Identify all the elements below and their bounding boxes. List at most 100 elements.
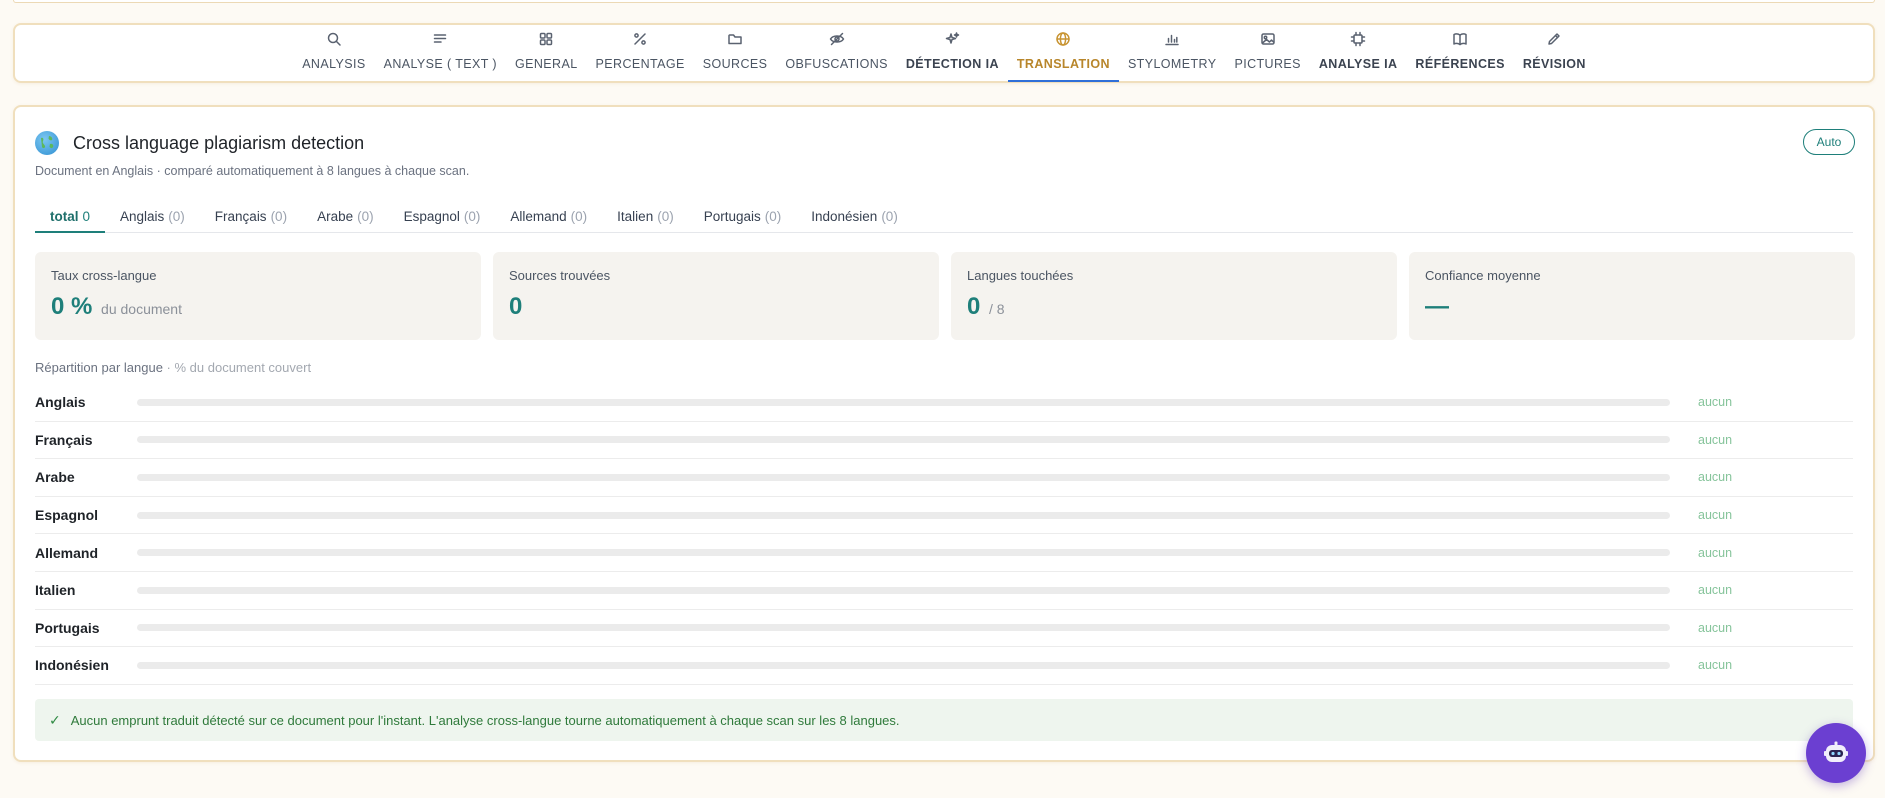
tab-allemand[interactable]: Allemand (0) bbox=[495, 199, 602, 232]
nav-label: TRANSLATION bbox=[1016, 57, 1110, 71]
language-tabs: total 0 Anglais (0) Français (0) Arabe (0) E… bbox=[35, 199, 1853, 233]
language-name: Français bbox=[35, 431, 93, 448]
notice-text: Aucun emprunt traduit détecté sur ce doc… bbox=[70, 712, 900, 728]
nav-label: SOURCES bbox=[702, 57, 768, 71]
distribution-title-text: Répartition par langue bbox=[35, 360, 163, 375]
nav-label: STYLOMETRY bbox=[1127, 57, 1217, 71]
nav-item-sources[interactable]: SOURCES bbox=[694, 25, 777, 81]
nav-label: ANALYSE ( TEXT ) bbox=[383, 57, 497, 71]
tab-count: (0) bbox=[270, 209, 288, 224]
coverage-status: aucun bbox=[1698, 470, 1733, 485]
coverage-status: aucun bbox=[1698, 545, 1733, 560]
nav-label: GENERAL bbox=[515, 57, 578, 71]
language-name: Anglais bbox=[35, 394, 86, 411]
tab-count: (0) bbox=[570, 209, 588, 224]
nav-item-references[interactable]: RÉFÉRENCES bbox=[1406, 25, 1513, 81]
pencil-icon bbox=[1548, 33, 1561, 45]
coverage-bar bbox=[137, 586, 1670, 594]
stat-number: — bbox=[1425, 293, 1449, 320]
tab-label: Français bbox=[214, 209, 267, 224]
eye-off-icon bbox=[829, 32, 844, 46]
globe-icon bbox=[35, 131, 59, 155]
tab-label: total bbox=[50, 209, 79, 224]
nav-item-detection-ia[interactable]: DÉTECTION IA bbox=[897, 25, 1008, 81]
language-name: Indonésien bbox=[35, 657, 109, 674]
tab-espagnol[interactable]: Espagnol (0) bbox=[389, 199, 496, 232]
nav-item-analysis[interactable]: ANALYSIS bbox=[293, 25, 374, 81]
stat-label: Sources trouvées bbox=[509, 268, 611, 283]
tab-count: (0) bbox=[463, 209, 481, 224]
distribution-row: Portugais aucun bbox=[35, 610, 1853, 648]
stat-card-sources: Sources trouvées 0 bbox=[493, 252, 939, 340]
panel-header: Cross language plagiarism detection bbox=[35, 131, 364, 155]
language-name: Italien bbox=[35, 582, 76, 599]
language-name: Arabe bbox=[35, 469, 75, 486]
nav-item-pictures[interactable]: PICTURES bbox=[1225, 25, 1309, 81]
stat-card-languages: Langues touchées 0 / 8 bbox=[951, 252, 1397, 340]
distribution-row: Indonésien aucun bbox=[35, 647, 1853, 685]
nav-item-stylometry[interactable]: STYLOMETRY bbox=[1119, 25, 1226, 81]
stat-number: 0 bbox=[967, 293, 981, 320]
info-notice: ✓ Aucun emprunt traduit détecté sur ce d… bbox=[35, 699, 1853, 741]
coverage-bar bbox=[137, 661, 1670, 669]
panel-subtitle: Document en Anglais · comparé automatiqu… bbox=[35, 164, 470, 178]
distribution-row: Espagnol aucun bbox=[35, 497, 1853, 535]
tab-total[interactable]: total 0 bbox=[35, 199, 106, 233]
nav-item-revision[interactable]: RÉVISION bbox=[1514, 25, 1595, 81]
nav-item-percentage[interactable]: PERCENTAGE bbox=[587, 25, 694, 81]
tab-indonesien[interactable]: Indonésien (0) bbox=[796, 199, 913, 232]
top-strip bbox=[13, 0, 1875, 3]
tab-count: (0) bbox=[168, 209, 185, 224]
stat-value: 0 / 8 bbox=[967, 293, 1381, 321]
nav-item-general[interactable]: GENERAL bbox=[506, 25, 587, 81]
language-name: Portugais bbox=[35, 619, 100, 636]
tab-arabe[interactable]: Arabe (0) bbox=[302, 199, 389, 232]
image-icon bbox=[1260, 33, 1275, 45]
coverage-bar bbox=[137, 473, 1670, 481]
grid-icon bbox=[540, 32, 553, 46]
stat-value: 0 bbox=[509, 293, 923, 321]
assistant-button[interactable] bbox=[1806, 723, 1866, 783]
stat-suffix: du document bbox=[101, 301, 182, 317]
tab-anglais[interactable]: Anglais (0) bbox=[105, 199, 200, 232]
panel-title: Cross language plagiarism detection bbox=[73, 132, 365, 153]
nav-item-translation[interactable]: TRANSLATION bbox=[1007, 25, 1119, 82]
text-lines-icon bbox=[434, 34, 447, 43]
auto-button[interactable]: Auto bbox=[1803, 129, 1855, 155]
tab-francais[interactable]: Français (0) bbox=[200, 199, 302, 232]
stat-label: Taux cross-langue bbox=[51, 268, 157, 283]
coverage-bar bbox=[137, 624, 1670, 632]
nav-item-obfuscations[interactable]: OBFUSCATIONS bbox=[776, 25, 897, 81]
stat-card-confidence: Confiance moyenne — bbox=[1409, 252, 1855, 340]
distribution-title: Répartition par langue · % du document c… bbox=[35, 360, 311, 375]
check-icon: ✓ bbox=[49, 711, 61, 728]
stat-value: — bbox=[1425, 293, 1839, 321]
tab-label: Italien bbox=[617, 209, 654, 224]
stat-value: 0 % du document bbox=[51, 293, 465, 321]
coverage-status: aucun bbox=[1698, 658, 1733, 673]
nav-label: ANALYSIS bbox=[302, 57, 366, 71]
tab-portugais[interactable]: Portugais (0) bbox=[689, 199, 797, 232]
tab-count: (0) bbox=[881, 209, 898, 224]
nav-label: ANALYSE IA bbox=[1318, 57, 1398, 71]
nav-item-analyse-text[interactable]: ANALYSE ( TEXT ) bbox=[375, 25, 506, 81]
distribution-row: Italien aucun bbox=[35, 572, 1853, 610]
distribution-subtitle: · % du document couvert bbox=[166, 360, 312, 375]
globe-icon bbox=[1056, 32, 1071, 46]
tab-label: Anglais bbox=[120, 209, 165, 224]
coverage-status: aucun bbox=[1698, 395, 1733, 410]
bar-chart-icon bbox=[1165, 34, 1179, 46]
tab-label: Allemand bbox=[510, 209, 567, 224]
coverage-bar bbox=[137, 436, 1670, 444]
coverage-bar bbox=[137, 549, 1670, 557]
stat-number: 0 bbox=[509, 293, 523, 320]
coverage-status: aucun bbox=[1698, 620, 1733, 635]
stats-row: Taux cross-langue 0 % du document Source… bbox=[35, 252, 1855, 340]
tab-italien[interactable]: Italien (0) bbox=[602, 199, 689, 232]
chip-icon bbox=[1350, 31, 1366, 47]
distribution-row: Anglais aucun bbox=[35, 384, 1853, 422]
tab-label: Portugais bbox=[703, 209, 761, 224]
coverage-bar bbox=[137, 398, 1670, 406]
book-icon bbox=[1453, 33, 1467, 46]
nav-item-analyse-ia[interactable]: ANALYSE IA bbox=[1310, 25, 1407, 81]
